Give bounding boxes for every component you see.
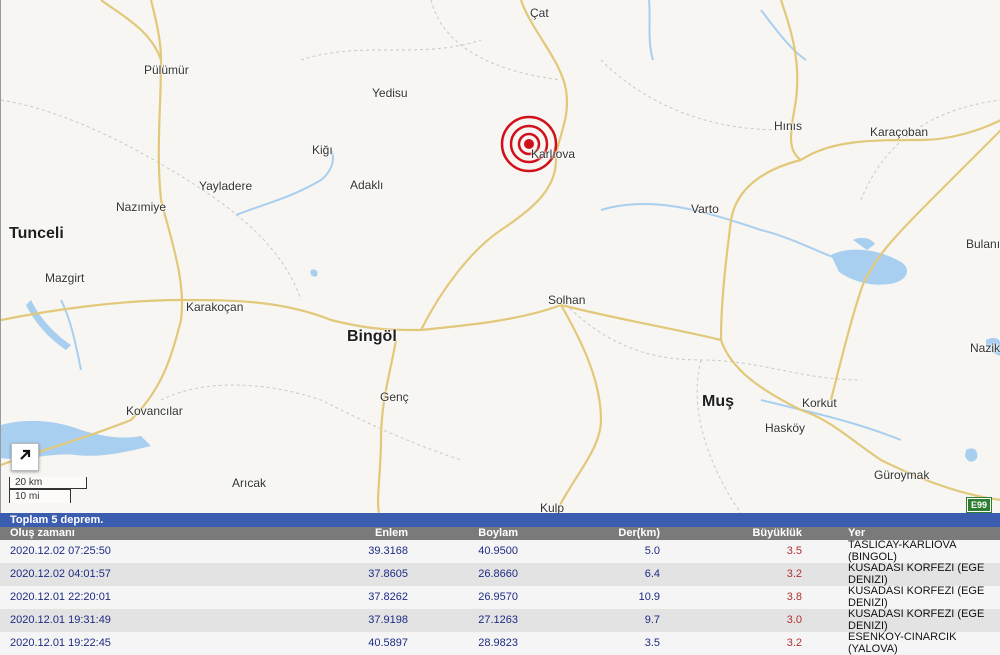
place-label: Arıcak [232, 476, 267, 490]
cell-magnitude: 3.5 [786, 544, 802, 557]
earthquake-table: Oluş zamanı Enlem Boylam Der(km) Büyüklü… [0, 527, 1000, 655]
cell-depth: 3.5 [644, 636, 660, 649]
place-label: Varto [691, 202, 719, 216]
place-label: Bingöl [347, 328, 397, 345]
cell-magnitude: 3.8 [786, 590, 802, 603]
place-label: Adaklı [350, 178, 384, 192]
cell-magnitude: 3.2 [786, 567, 802, 580]
place-label: Karlıova [531, 147, 576, 161]
cell-depth: 5.0 [644, 544, 660, 557]
cell-magnitude: 3.2 [786, 636, 802, 649]
cell-lat: 37.8262 [368, 590, 408, 603]
cell-time: 2020.12.02 04:01:57 [10, 567, 111, 580]
scale-mi: 10 mi [9, 489, 71, 503]
place-label: Hasköy [765, 421, 806, 435]
place-label: Muş [702, 393, 734, 410]
cell-lon: 27.1263 [478, 613, 518, 626]
earthquake-list-panel: Toplam 5 deprem. Oluş zamanı Enlem Boyla… [0, 513, 1000, 655]
place-label: Hınıs [774, 119, 803, 133]
cell-lat: 37.9198 [368, 613, 408, 626]
col-time[interactable]: Oluş zamanı [0, 527, 300, 540]
cell-location: ESENKOY-CINARCIK (YALOVA) [848, 631, 957, 655]
cell-depth: 9.7 [644, 613, 660, 626]
cell-lon: 28.9823 [478, 636, 518, 649]
water-bodies [1, 237, 1000, 462]
cell-time: 2020.12.01 19:31:49 [10, 613, 111, 626]
place-label: Yayladere [199, 179, 253, 193]
earthquake-marker [500, 115, 558, 173]
expand-map-button[interactable] [11, 443, 39, 471]
cell-magnitude: 3.0 [786, 613, 802, 626]
scale-bar: 20 km 10 mi [9, 477, 87, 503]
place-label: Yedisu [372, 86, 408, 100]
place-label: Korkut [802, 396, 837, 410]
cell-location: TASLICAY-KARLIOVA (BINGOL) [848, 539, 956, 563]
place-label: Kiğı [312, 143, 333, 157]
place-label: Mazgirt [45, 271, 85, 285]
place-label: Karakoçan [186, 300, 244, 314]
road-shield: E99 [965, 497, 993, 513]
place-label: Bulanı [966, 237, 1000, 251]
place-label: Güroymak [874, 468, 930, 482]
cell-depth: 10.9 [638, 590, 660, 603]
place-label: Pülümür [144, 63, 189, 77]
cell-lon: 40.9500 [478, 544, 518, 557]
place-label: Tunceli [9, 225, 64, 242]
place-label: Kovancılar [126, 404, 183, 418]
summary-bar: Toplam 5 deprem. [0, 513, 1000, 527]
place-label: Nazımiye [116, 200, 167, 214]
cell-depth: 6.4 [644, 567, 660, 580]
place-label: Karaçoban [870, 125, 929, 139]
cell-lat: 40.5897 [368, 636, 408, 649]
cell-lat: 39.3168 [368, 544, 408, 557]
cell-time: 2020.12.02 07:25:50 [10, 544, 111, 557]
place-label: Genç [380, 390, 409, 404]
table-row[interactable]: 2020.12.02 07:25:50 39.3168 40.9500 5.0 … [0, 539, 1000, 563]
place-label: Çat [530, 6, 549, 20]
col-lon[interactable]: Boylam [408, 527, 518, 540]
cell-lon: 26.9570 [478, 590, 518, 603]
col-depth[interactable]: Der(km) [518, 527, 660, 540]
map-view[interactable]: Çat Pülümür Yedisu Hınıs Karaçoban Kiğı … [0, 0, 1000, 513]
cell-lon: 26.8660 [478, 567, 518, 580]
table-row[interactable]: 2020.12.01 22:20:01 37.8262 26.9570 10.9… [0, 585, 1000, 609]
scale-km: 20 km [9, 477, 87, 489]
cell-location: KUSADASI KORFEZI (EGE DENIZI) [848, 562, 985, 586]
col-magnitude[interactable]: Büyüklük [660, 527, 802, 540]
place-label: Nazik [970, 341, 1000, 355]
col-lat[interactable]: Enlem [300, 527, 408, 540]
table-row[interactable]: 2020.12.01 19:22:45 40.5897 28.9823 3.5 … [0, 631, 1000, 655]
table-row[interactable]: 2020.12.02 04:01:57 37.8605 26.8660 6.4 … [0, 562, 1000, 586]
arrow-up-right-icon [18, 448, 32, 467]
cell-lat: 37.8605 [368, 567, 408, 580]
place-label: Solhan [548, 293, 586, 307]
place-label: Kulp [540, 501, 565, 513]
cell-time: 2020.12.01 19:22:45 [10, 636, 111, 649]
cell-location: KUSADASI KORFEZI (EGE DENIZI) [848, 585, 985, 609]
table-row[interactable]: 2020.12.01 19:31:49 37.9198 27.1263 9.7 … [0, 608, 1000, 632]
cell-location: KUSADASI KORFEZI (EGE DENIZI) [848, 608, 985, 632]
cell-time: 2020.12.01 22:20:01 [10, 590, 111, 603]
